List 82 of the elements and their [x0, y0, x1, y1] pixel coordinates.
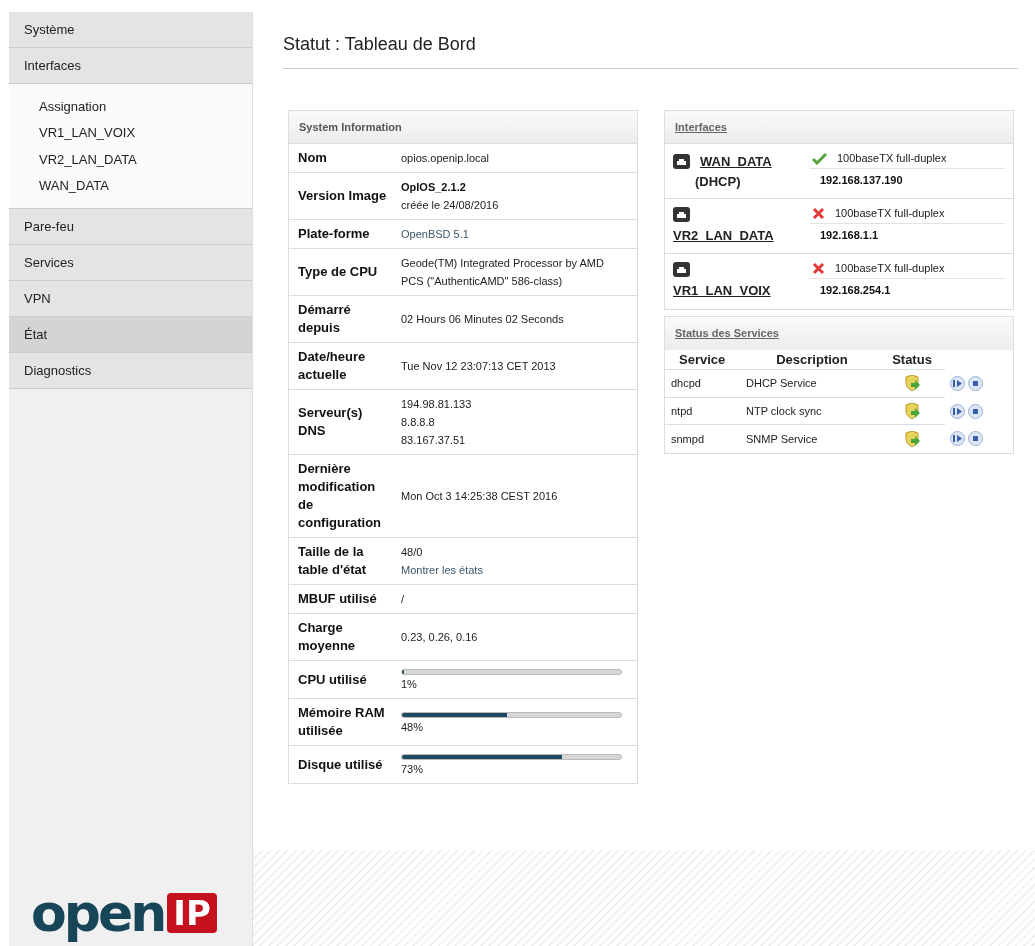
submenu-item[interactable]: WAN_DATA: [9, 172, 252, 199]
row-label: Charge moyenne: [298, 619, 357, 655]
stop-icon: [973, 381, 978, 387]
stop-button[interactable]: [968, 403, 983, 419]
media-text: 100baseTX full-duplex: [835, 261, 945, 277]
table-cell-text: ntpd: [670, 403, 694, 419]
row-label: Dernière modification de configuration: [298, 460, 383, 532]
play-pause-icon: [953, 380, 962, 388]
table-cell-text: dhcpd: [670, 376, 702, 391]
play-pause-icon: [953, 435, 962, 443]
row-label: Taille de la table d'état: [298, 543, 368, 579]
row-label: Serveur(s) DNS: [298, 404, 364, 440]
row-label: Plate-forme: [298, 225, 370, 243]
interface-link[interactable]: VR1_LAN_VOIX: [673, 281, 810, 301]
value-text: Tue Nov 12 23:07:13 CET 2013: [401, 359, 557, 374]
submenu-item[interactable]: VR1_LAN_VOIX: [9, 119, 252, 146]
media-text: 100baseTX full-duplex: [835, 206, 945, 222]
usage-percent: 1%: [401, 677, 418, 692]
row-label: Version Image: [298, 187, 387, 205]
ip-address: 192.168.137.190: [819, 173, 904, 188]
stop-button[interactable]: [968, 376, 983, 392]
restart-button[interactable]: [950, 431, 965, 447]
panel-title-link[interactable]: Interfaces: [675, 118, 727, 136]
network-port-icon: [673, 154, 690, 170]
media-text: 100baseTX full-duplex: [837, 151, 947, 167]
value-text: créée le 24/08/2016: [401, 198, 500, 213]
row-label: Démarré depuis: [298, 301, 352, 337]
interface-link[interactable]: WAN_DATA: [700, 152, 772, 172]
row-label: Disque utilisé: [298, 755, 383, 774]
ip-address: 192.168.1.1: [819, 228, 880, 243]
column-header: Description: [775, 350, 849, 369]
value-text: 8.8.8.8: [401, 415, 436, 430]
page-title: Statut : Tableau de Bord: [283, 33, 477, 56]
value-text: 0.23, 0.26, 0.16: [401, 630, 479, 645]
interface-link[interactable]: VR2_LAN_DATA: [673, 226, 810, 246]
column-header: Service: [678, 350, 727, 369]
play-pause-icon: [953, 407, 962, 415]
stop-icon: [973, 436, 978, 442]
table-cell-text: NTP clock sync: [745, 403, 823, 419]
restart-button[interactable]: [950, 403, 965, 419]
value-text: 48/0: [401, 545, 424, 560]
stop-button[interactable]: [968, 431, 983, 447]
value-text: 194.98.81.133: [401, 397, 473, 412]
row-label: CPU utilisé: [298, 670, 367, 689]
usage-percent: 73%: [401, 762, 425, 777]
sidebar-item[interactable]: État: [9, 317, 252, 353]
sidebar-item[interactable]: Système: [9, 12, 252, 48]
ip-address: 192.168.254.1: [819, 283, 892, 298]
sidebar-item[interactable]: Services: [9, 245, 252, 281]
sidebar-item[interactable]: Interfaces: [9, 48, 252, 84]
restart-button[interactable]: [950, 376, 965, 392]
logo-badge: IP: [167, 893, 217, 933]
panel-title-link[interactable]: Status des Services: [675, 325, 779, 342]
value-text: Mon Oct 3 14:25:38 CEST 2016: [401, 489, 559, 504]
table-cell-text: SNMP Service: [745, 431, 819, 447]
table-cell-text: DHCP Service: [745, 376, 818, 391]
value-text: 83.167.37.51: [401, 433, 467, 448]
value-text: Geode(TM) Integrated Processor by AMD PCS ("AuthenticAMD" 586-class): [401, 256, 605, 289]
row-label: Mémoire RAM utilisée: [298, 704, 386, 740]
value-link[interactable]: OpenBSD 5.1: [401, 225, 623, 243]
sidebar-item[interactable]: Diagnostics: [9, 353, 252, 389]
sidebar-item[interactable]: Pare-feu: [9, 209, 252, 245]
submenu-item[interactable]: VR2_LAN_DATA: [9, 146, 252, 173]
row-label: MBUF utilisé: [298, 590, 377, 608]
column-header: Status: [891, 350, 933, 369]
value-text: opios.openip.local: [401, 151, 491, 166]
value-link[interactable]: Montrer les états: [401, 561, 623, 579]
row-label: Date/heure actuelle: [298, 348, 367, 384]
stop-icon: [973, 408, 978, 414]
value-text: OpIOS_2.1.2: [401, 180, 467, 195]
sidebar-item[interactable]: VPN: [9, 281, 252, 317]
row-label: Type de CPU: [298, 263, 378, 281]
interface-mode: (DHCP): [694, 172, 742, 191]
panel-title: System Information: [299, 119, 402, 135]
submenu-item[interactable]: Assignation: [9, 93, 252, 120]
usage-percent: 48%: [401, 719, 425, 735]
value-text: /: [401, 592, 406, 607]
row-label: Nom: [298, 149, 327, 167]
network-port-icon: [673, 262, 690, 277]
table-cell-text: snmpd: [670, 431, 706, 447]
value-text: 02 Hours 06 Minutes 02 Seconds: [401, 312, 565, 327]
network-port-icon: [673, 207, 690, 222]
